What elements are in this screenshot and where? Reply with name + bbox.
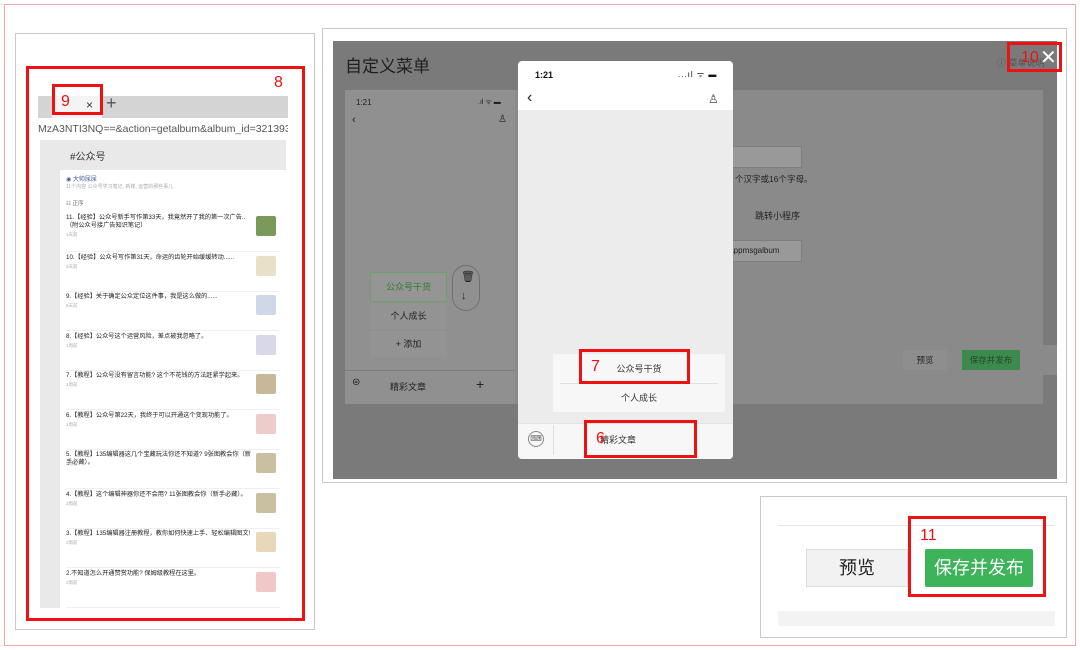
bg-status-icons: .ıl ᯤ ▬: [478, 99, 501, 106]
annotation-box-8: [26, 66, 305, 621]
submenu-item-growth[interactable]: 个人成长: [553, 384, 725, 412]
annotation-label-7: 7: [591, 358, 600, 375]
bg-status-time: 1:21: [356, 98, 372, 107]
user-icon[interactable]: ♙: [708, 92, 719, 106]
annotation-label-8: 8: [274, 74, 283, 91]
annotation-label-9: 9: [61, 93, 70, 110]
footer-strip: [778, 611, 1055, 626]
annotation-box-9: [52, 84, 103, 115]
bg-user-icon: ♙: [498, 114, 507, 125]
bg-menu-item[interactable]: 个人成长: [370, 303, 447, 329]
bg-add-icon[interactable]: +: [476, 376, 484, 392]
page-title: 自定义菜单: [345, 57, 430, 76]
arrow-down-icon[interactable]: ↓: [461, 290, 467, 302]
annotation-label-11: 11: [920, 527, 937, 544]
annotation-label-6: 6: [596, 430, 605, 447]
bg-menu-item-selected[interactable]: 公众号干货: [370, 272, 447, 302]
status-icons: ...ıl ᯤ ▬: [678, 70, 718, 79]
menu-divider: [553, 425, 554, 455]
annotation-label-10: 10: [1021, 49, 1039, 66]
bg-preview-button[interactable]: 预览: [903, 350, 947, 370]
bg-publish-button[interactable]: 保存并发布: [962, 350, 1020, 370]
bg-action-type[interactable]: 跳转小程序: [755, 209, 800, 222]
bg-add-menu-button[interactable]: + 添加: [370, 331, 447, 357]
keyboard-icon[interactable]: ⌨: [528, 431, 544, 447]
bg-back-icon: ‹: [352, 114, 356, 126]
bg-keyboard-icon: ⊜: [352, 377, 361, 388]
trash-icon[interactable]: 🗑: [461, 270, 475, 283]
preview-button[interactable]: 预览: [806, 549, 908, 587]
back-icon[interactable]: ‹: [527, 90, 532, 106]
bg-field-hint: 个汉字或16个字母。: [735, 174, 813, 184]
status-time: 1:21: [535, 70, 554, 80]
bg-bottom-menu: [345, 370, 515, 402]
bg-menu-featured[interactable]: 精彩文章: [390, 380, 426, 393]
